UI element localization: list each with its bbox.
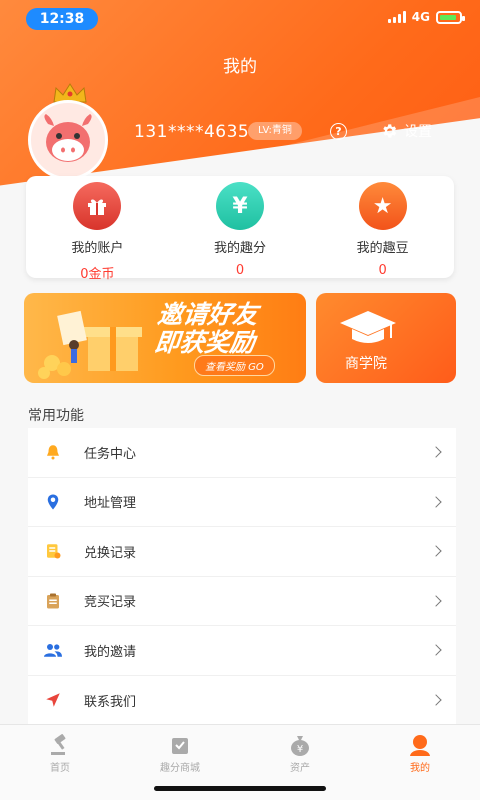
invite-banner[interactable]: 邀请好友 即获奖励 查看奖励 GO [24,293,306,383]
chevron-right-icon [430,694,442,706]
chevron-right-icon [430,446,442,458]
money-bag-icon: ¥ [287,733,313,757]
tab-label: 资产 [290,763,310,774]
exchange-record-icon [42,540,64,562]
account-label: 我的趣分 [213,241,266,256]
account-value: 0金币 [80,267,115,282]
account-item-coins[interactable]: 我的账户 0金币 [37,176,157,282]
signal-icon [387,11,406,23]
tab-label: 趣分商城 [160,763,200,774]
menu-label: 任务中心 [84,446,137,462]
account-value: 0 [235,263,245,278]
send-icon [42,689,64,711]
tab-mine[interactable]: 我的 [360,725,480,800]
bell-icon [42,441,64,463]
avatar[interactable] [28,100,108,180]
chevron-right-icon [430,496,442,508]
menu-item-contact-us[interactable]: 联系我们 [28,676,456,726]
network-type: 4G [411,10,430,24]
gift-box-illustration [38,310,142,379]
menu-label: 兑换记录 [84,545,137,561]
chevron-right-icon [430,644,442,656]
account-item-beans[interactable]: ★ 我的趣豆 0 [323,176,443,278]
menu-label: 竞买记录 [84,595,137,611]
gavel-icon [47,733,73,757]
chevron-right-icon [430,545,442,557]
home-indicator [154,786,326,791]
menu-label: 地址管理 [84,496,137,512]
user-phone: 131****4635 [134,122,250,142]
menu-item-exchange-record[interactable]: 兑换记录 [28,527,456,577]
menu-item-bid-record[interactable]: 竞买记录 [28,577,456,626]
account-label: 我的账户 [71,241,124,256]
users-icon [42,639,64,661]
shop-bag-icon [167,733,193,757]
star-icon: ★ [358,182,407,230]
gear-icon [383,124,397,138]
account-card: 我的账户 0金币 ¥ 我的趣分 0 ★ 我的趣豆 0 [26,176,454,282]
cow-mascot-icon [44,114,92,162]
business-college-banner[interactable]: 商学院 [316,293,456,383]
user-icon [407,733,433,757]
settings-label: 设置 [404,124,432,140]
function-menu: 任务中心 地址管理 兑换记录 竞买记录 我的邀请 联系我们 [28,428,456,725]
chevron-right-icon [430,595,442,607]
account-item-points[interactable]: ¥ 我的趣分 0 [180,176,300,278]
tab-label: 我的 [410,763,430,774]
invite-title: 邀请好友 即获奖励 [153,300,260,357]
settings-button[interactable]: 设置 [380,121,432,141]
menu-label: 联系我们 [84,694,137,710]
menu-item-my-invites[interactable]: 我的邀请 [28,626,456,676]
gift-icon [73,182,122,230]
menu-item-address[interactable]: 地址管理 [28,478,456,527]
clipboard-icon [42,590,64,612]
location-pin-icon [42,491,64,513]
level-badge: LV:青铜 [248,122,302,140]
yen-icon: ¥ [215,182,264,230]
menu-item-task-center[interactable]: 任务中心 [28,428,456,478]
section-title: 常用功能 [28,408,84,424]
svg-text:¥: ¥ [297,744,303,755]
account-value: 0 [378,263,387,278]
battery-icon [436,10,465,24]
menu-label: 我的邀请 [84,644,137,660]
tab-home[interactable]: 首页 [0,725,120,800]
tab-label: 首页 [50,763,70,774]
account-label: 我的趣豆 [356,241,409,256]
invite-go-button[interactable]: 查看奖励 GO [194,355,275,376]
college-label: 商学院 [345,356,387,372]
status-bar: 12:38 4G [0,0,480,36]
graduation-cap-icon [340,311,396,343]
help-icon[interactable]: ? [330,123,347,140]
page-title: 我的 [223,57,257,77]
status-time: 12:38 [26,8,98,30]
